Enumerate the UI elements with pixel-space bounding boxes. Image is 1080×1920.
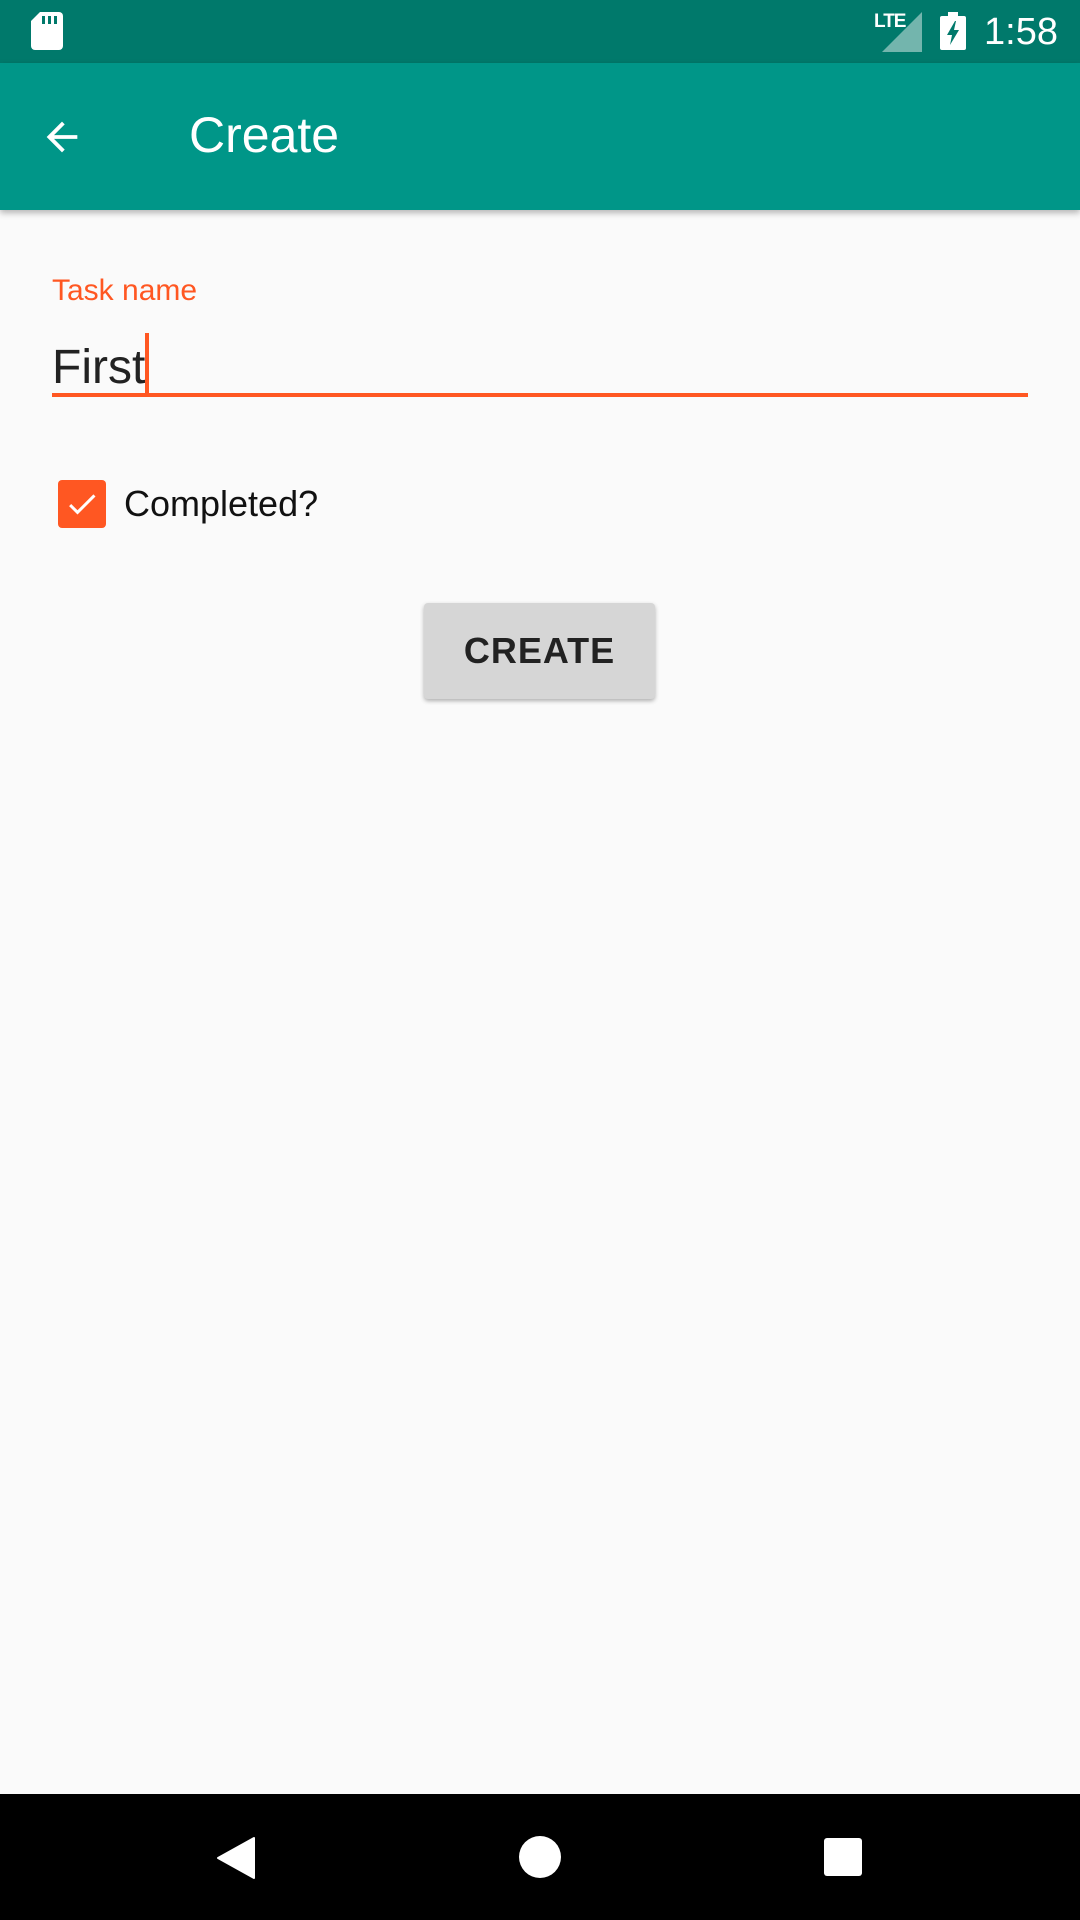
task-name-input[interactable]: First — [52, 325, 1028, 397]
status-clock: 1:58 — [984, 11, 1058, 53]
navigation-bar — [0, 1794, 1080, 1920]
task-name-value: First — [52, 341, 146, 394]
completed-checkbox[interactable] — [58, 480, 106, 528]
sd-card-icon — [31, 12, 63, 50]
nav-home-icon[interactable] — [518, 1835, 562, 1879]
nav-back-icon[interactable] — [214, 1836, 258, 1880]
checkmark-icon — [69, 494, 96, 515]
signal-icon — [882, 12, 922, 52]
page-title: Create — [189, 107, 340, 163]
status-bar: LTE 1:58 — [0, 0, 1080, 63]
text-caret — [145, 333, 150, 395]
battery-charging-icon — [940, 12, 966, 50]
arrow-back-icon — [46, 121, 78, 153]
app-bar: Create — [0, 63, 1080, 210]
create-button[interactable]: CREATE — [424, 603, 655, 699]
nav-recents-icon[interactable] — [823, 1837, 863, 1877]
completed-label: Completed? — [124, 483, 319, 524]
completed-checkbox-row[interactable]: Completed? — [58, 478, 318, 530]
back-button[interactable] — [30, 105, 94, 169]
task-name-label: Task name — [52, 274, 198, 307]
